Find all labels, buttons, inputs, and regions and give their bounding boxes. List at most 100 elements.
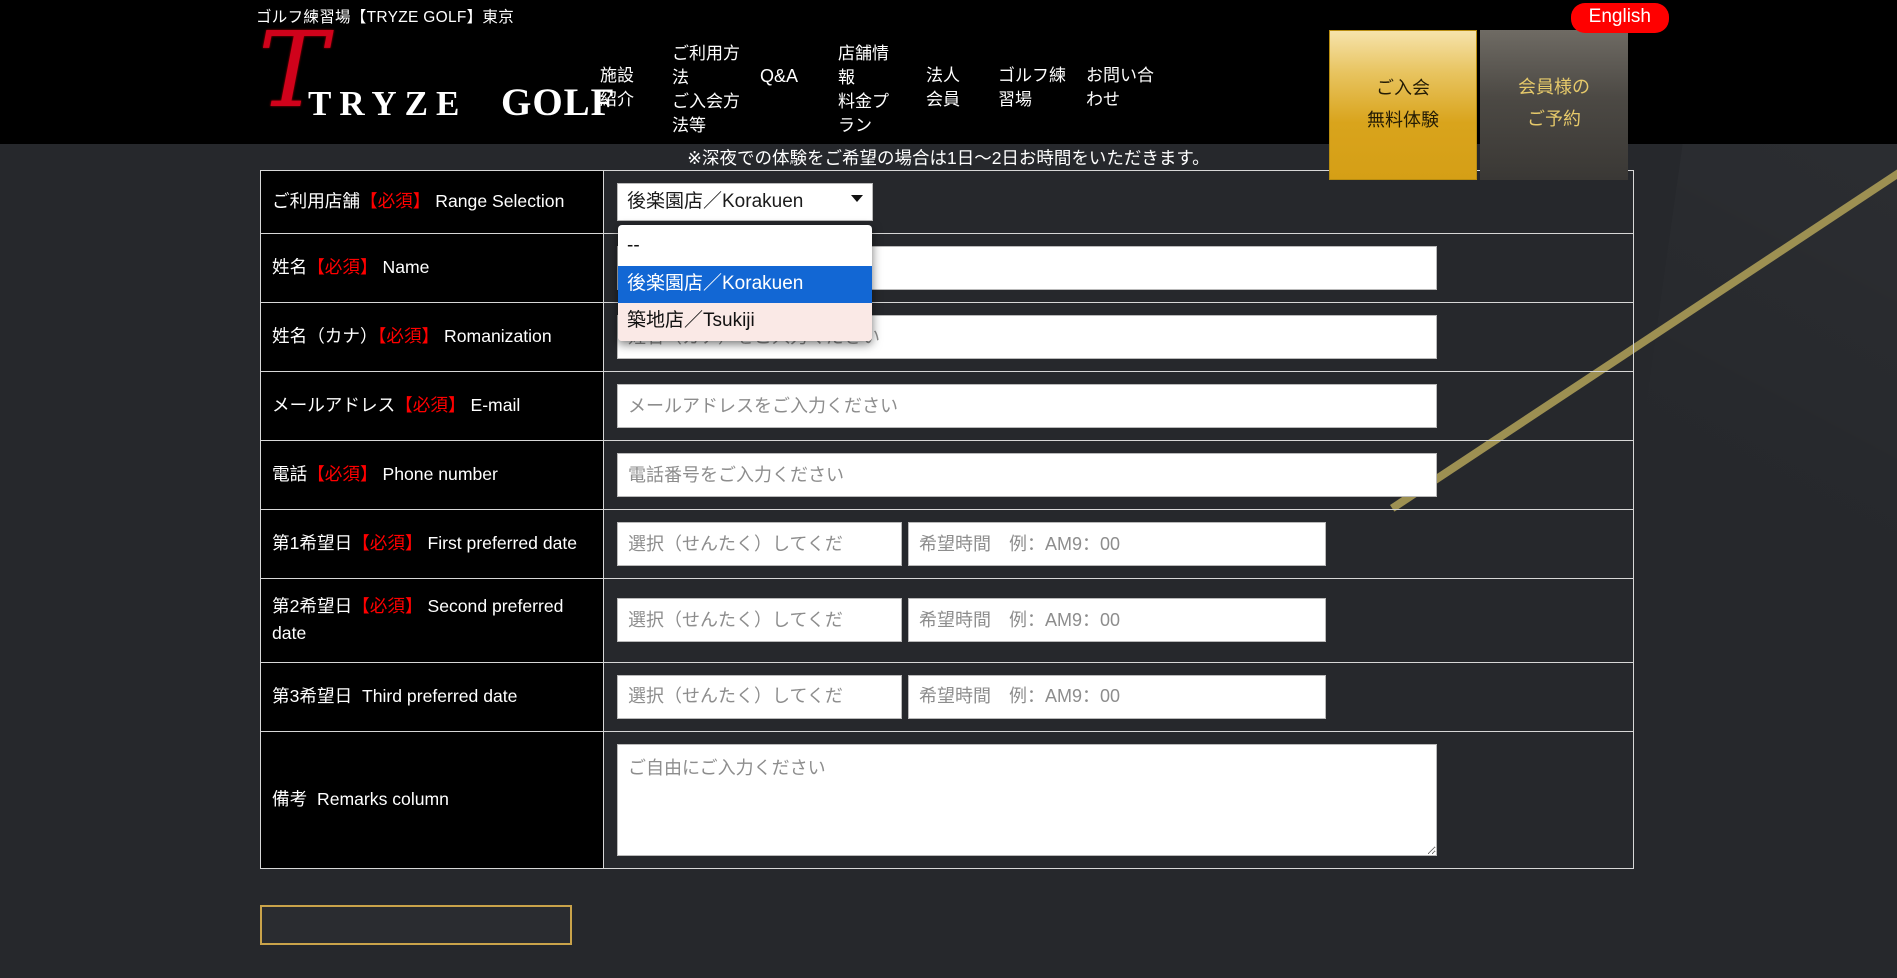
label-name: 姓名【必須】 Name	[260, 233, 604, 303]
nav-label-line: ご利用方	[672, 44, 740, 63]
english-language-button[interactable]: English	[1570, 3, 1669, 33]
table-row: 姓名（カナ）【必須】 Romanization	[260, 302, 1634, 372]
required-badge: 【必須】	[377, 326, 440, 347]
nav-label-line: 施設	[600, 66, 634, 85]
label-en: Romanization	[444, 326, 552, 347]
nav-label-line: 法	[672, 68, 689, 88]
table-row: 第1希望日【必須】 First preferred date	[260, 509, 1634, 579]
cta-free-trial-button[interactable]: ご入会 無料体験	[1329, 30, 1477, 180]
nav-item-contact[interactable]: お問い合 わせ	[1086, 42, 1174, 112]
required-badge: 【必須】	[352, 533, 423, 554]
range-select-dropdown-menu[interactable]: -- 後楽園店／Korakuen 築地店／Tsukiji	[618, 225, 872, 341]
label-jp: 第1希望日	[272, 533, 353, 554]
range-option-none[interactable]: --	[618, 225, 872, 266]
logo-suffix: GOLF	[501, 81, 616, 124]
label-jp: 電話	[272, 464, 308, 485]
label-en: Phone number	[382, 464, 498, 485]
range-option-tsukiji[interactable]: 築地店／Tsukiji	[618, 303, 872, 341]
nav-label-line: ラン	[838, 116, 872, 136]
label-jp: 第2希望日	[272, 596, 353, 616]
nav-label-line: 報	[838, 68, 855, 88]
required-badge: 【必須】	[307, 257, 378, 278]
label-range-selection: ご利用店舗【必須】 Range Selection	[260, 170, 604, 234]
cta-free-trial-line1: ご入会	[1376, 78, 1430, 98]
label-en: Third preferred date	[361, 685, 518, 706]
nav-label-line: お問い合	[1086, 66, 1154, 85]
cell-remarks	[603, 730, 1634, 869]
required-badge: 【必須】	[352, 596, 423, 616]
nav-label-line: 法等	[672, 116, 706, 136]
range-select-wrapper: 後楽園店／Korakuen -- 後楽園店／Korakuen 築地店／Tsuki…	[617, 183, 873, 341]
cell-third-preferred-date	[603, 661, 1634, 732]
nav-item-facilities[interactable]: 施設 紹介	[600, 42, 672, 112]
label-jp: 姓名	[272, 257, 308, 278]
label-first-preferred-date: 第1希望日【必須】 First preferred date	[260, 509, 604, 579]
cell-email	[603, 371, 1634, 441]
cta-member-reservation-button[interactable]: 会員様の ご予約	[1480, 30, 1628, 180]
email-field[interactable]	[617, 384, 1437, 428]
third-date-group	[617, 674, 1633, 719]
label-jp: 第3希望日	[272, 685, 353, 706]
required-badge: 【必須】	[359, 191, 431, 212]
nav-label-line: ご入会方	[672, 92, 740, 112]
label-en: Remarks column	[316, 788, 449, 809]
cta-member-line2: ご予約	[1527, 108, 1581, 129]
first-preferred-date-input[interactable]	[617, 522, 902, 566]
nav-item-store-info-pricing[interactable]: 店舗情 報 料金プ ラン	[838, 42, 926, 139]
required-badge: 【必須】	[307, 464, 378, 485]
cta-member-line1: 会員様の	[1518, 77, 1590, 97]
label-jp: メールアドレス	[272, 395, 396, 416]
range-option-korakuen[interactable]: 後楽園店／Korakuen	[618, 266, 872, 304]
range-select[interactable]: 後楽園店／Korakuen	[617, 183, 873, 221]
label-en: Range Selection	[435, 191, 565, 212]
cell-range-selection: 後楽園店／Korakuen -- 後楽園店／Korakuen 築地店／Tsuki…	[603, 170, 1634, 341]
site-header: ゴルフ練習場【TRYZE GOLF】東京 T TRYZE GOLF 施設 紹介 …	[0, 0, 1897, 180]
nav-item-corporate-members[interactable]: 法人 会員	[926, 42, 998, 112]
nav-label-line: 店舗情	[838, 44, 889, 63]
site-logo[interactable]: T TRYZE GOLF	[258, 18, 615, 124]
required-badge: 【必須】	[395, 395, 466, 416]
label-second-preferred-date: 第2希望日【必須】 Second preferred date	[260, 578, 604, 663]
nav-item-driving-range[interactable]: ゴルフ練 習場	[998, 42, 1086, 112]
label-phone: 電話【必須】 Phone number	[260, 440, 604, 510]
second-date-group	[617, 598, 1633, 643]
cta-free-trial-line2: 無料体験	[1367, 109, 1439, 130]
nav-item-usage-membership[interactable]: ご利用方 法 ご入会方 法等	[672, 42, 760, 139]
nav-label-line: 会員	[926, 90, 960, 110]
label-jp: 備考	[272, 788, 308, 809]
third-preferred-time-input[interactable]	[908, 674, 1326, 719]
bottom-gold-panel	[260, 905, 572, 945]
third-preferred-date-input[interactable]	[617, 674, 902, 719]
main-navigation: 施設 紹介 ご利用方 法 ご入会方 法等 Q&A 店舗情 報 料金プ ラン 法人…	[600, 42, 1174, 139]
table-row: 備考 Remarks column	[260, 730, 1634, 869]
label-jp: ご利用店舗	[272, 191, 360, 212]
second-preferred-time-input[interactable]	[908, 598, 1326, 643]
label-en: E-mail	[470, 395, 521, 416]
table-row: 姓名【必須】 Name	[260, 233, 1634, 303]
phone-input[interactable]	[617, 453, 1437, 497]
nav-label-line: 紹介	[600, 90, 634, 110]
nav-label-line: 料金プ	[838, 92, 889, 112]
second-preferred-date-input[interactable]	[617, 598, 902, 643]
nav-label-line: 習場	[998, 90, 1032, 110]
reservation-form-table: ご利用店舗【必須】 Range Selection 後楽園店／Korakuen …	[260, 170, 1634, 869]
nav-item-qa[interactable]: Q&A	[760, 42, 838, 90]
table-row: 電話【必須】 Phone number	[260, 440, 1634, 510]
logo-wordmark: TRYZE	[308, 84, 468, 123]
nav-label-line: ゴルフ練	[998, 66, 1066, 85]
label-remarks: 備考 Remarks column	[260, 730, 604, 869]
table-row: メールアドレス【必須】 E-mail	[260, 371, 1634, 441]
cell-first-preferred-date	[603, 509, 1634, 579]
label-romanization: 姓名（カナ）【必須】 Romanization	[260, 302, 604, 372]
label-en: Name	[382, 257, 430, 278]
first-preferred-time-input[interactable]	[908, 522, 1326, 566]
first-date-group	[617, 522, 1633, 566]
table-row: 第3希望日 Third preferred date	[260, 661, 1634, 732]
cell-phone	[603, 440, 1634, 510]
nav-label-line: 法人	[926, 66, 960, 85]
remarks-textarea[interactable]	[617, 743, 1437, 856]
label-email: メールアドレス【必須】 E-mail	[260, 371, 604, 441]
nav-label-line: わせ	[1086, 90, 1120, 110]
cell-second-preferred-date	[603, 578, 1634, 663]
table-row: 第2希望日【必須】 Second preferred date	[260, 578, 1634, 663]
